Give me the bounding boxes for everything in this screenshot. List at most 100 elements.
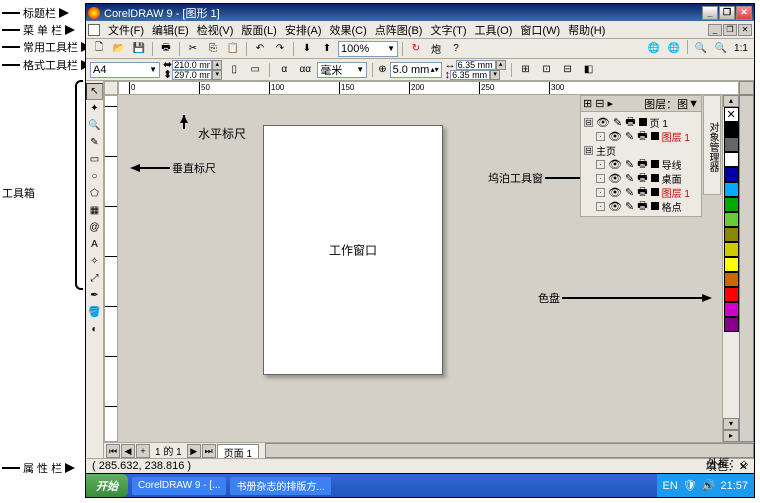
unit-combo[interactable]: 毫米▼ (317, 62, 367, 78)
tray-lang[interactable]: EN (663, 480, 678, 492)
color-swatch[interactable] (724, 317, 739, 332)
titlebar[interactable]: CorelDRAW 9 - [图形 1] _ ❐ ✕ (86, 4, 754, 21)
color-swatch[interactable] (724, 257, 739, 272)
menu-layout[interactable]: 版面(L) (237, 21, 280, 39)
menu-help[interactable]: 帮助(H) (564, 21, 609, 39)
web2-button[interactable]: 🌐 (665, 40, 683, 57)
color-swatch[interactable] (724, 137, 739, 152)
shape-tool[interactable]: ✦ (86, 100, 103, 117)
zoom11-button[interactable]: 1:1 (732, 40, 750, 57)
height-input[interactable] (172, 70, 212, 80)
menu-text[interactable]: 文字(T) (426, 21, 470, 39)
docker-tab[interactable]: 对象管理器 (703, 95, 721, 195)
import-button[interactable]: ⬇ (298, 40, 316, 57)
tray-icon2[interactable]: 🔊 (702, 479, 716, 492)
close-button[interactable]: ✕ (736, 6, 752, 20)
mdi-doc-icon[interactable] (88, 24, 100, 36)
freehand-tool[interactable]: ✎ (86, 134, 103, 151)
menu-effects[interactable]: 效果(C) (326, 21, 371, 39)
rectangle-tool[interactable]: ▭ (86, 151, 103, 168)
new-button[interactable]: 🗋 (90, 40, 108, 57)
vertical-scrollbar[interactable] (739, 95, 754, 442)
interactive-tool[interactable]: ✧ (86, 253, 103, 270)
docker-header[interactable]: ⊞ ⊟ ▸ 图层：图▼ (581, 96, 701, 112)
menu-view[interactable]: 检视(V) (193, 21, 238, 39)
zoomin-button[interactable]: 🔍 (692, 40, 710, 57)
zoom-combo[interactable]: 100%▼ (338, 41, 398, 57)
dupx-input[interactable] (456, 60, 496, 70)
color-swatch[interactable] (724, 302, 739, 317)
drawing-canvas[interactable]: 工作窗口 水平标尺 垂直标尺 坞泊工具窗 色盘 (118, 95, 739, 442)
open-button[interactable]: 📂 (110, 40, 128, 57)
interactive-fill-tool[interactable]: ◐ (86, 321, 103, 338)
snap4-button[interactable]: ◧ (580, 61, 598, 78)
color-swatch[interactable] (724, 182, 739, 197)
web-button[interactable]: 🌐 (645, 40, 663, 57)
snap1-button[interactable]: ⊞ (517, 61, 535, 78)
menu-edit[interactable]: 编辑(E) (148, 21, 193, 39)
vscroll-up-button[interactable] (739, 81, 754, 95)
redo-button[interactable]: ↷ (271, 40, 289, 57)
paper-combo[interactable]: A4▼ (90, 62, 160, 78)
graph-tool[interactable]: ▦ (86, 202, 103, 219)
layer-row[interactable]: ·👁✎🖶图层 1 (596, 129, 698, 143)
mdi-close-button[interactable]: ✕ (738, 24, 752, 36)
color-swatch[interactable] (724, 242, 739, 257)
color-swatch[interactable] (724, 122, 739, 137)
cut-button[interactable]: ✂ (184, 40, 202, 57)
object-manager-docker[interactable]: ⊞ ⊟ ▸ 图层：图▼ ⊟👁✎🖶页 1·👁✎🖶图层 1⊟主页·👁✎🖶导线·👁✎🖶… (580, 95, 702, 217)
next-page-button[interactable]: ▶ (187, 444, 201, 458)
menu-tools[interactable]: 工具(O) (471, 21, 517, 39)
zoom-tool[interactable]: 🔍 (86, 117, 103, 134)
spiral-tool[interactable]: @ (86, 219, 103, 236)
save-button[interactable]: 💾 (130, 40, 148, 57)
outline-tool[interactable]: ✒ (86, 287, 103, 304)
color-swatch[interactable] (724, 287, 739, 302)
horizontal-ruler[interactable]: 050100150200250300 (118, 81, 739, 95)
tray-icon[interactable]: 🛡 (683, 479, 697, 492)
color-swatch[interactable] (724, 227, 739, 242)
export-button[interactable]: ⬆ (318, 40, 336, 57)
page-tab[interactable]: 页面 1 (217, 444, 259, 458)
mdi-restore-button[interactable]: ❐ (723, 24, 737, 36)
dup-offset-spinners[interactable]: ↔▴ ↕▾ (445, 60, 506, 80)
refresh-button[interactable]: ↻ (407, 40, 425, 57)
zoomout-button[interactable]: 🔍 (712, 40, 730, 57)
task-item-doc[interactable]: 书册杂志的排版方... (230, 477, 330, 495)
menu-bitmap[interactable]: 点阵图(B) (371, 21, 427, 39)
color-swatch[interactable] (724, 212, 739, 227)
color-swatch[interactable] (724, 272, 739, 287)
minimize-button[interactable]: _ (702, 6, 718, 20)
swatch-none[interactable] (724, 107, 739, 122)
palette-up-button[interactable]: ▴ (723, 95, 739, 107)
task-item-coreldraw[interactable]: CorelDRAW 9 - [... (132, 477, 226, 495)
polygon-tool[interactable]: ⬠ (86, 185, 103, 202)
copy-button[interactable]: ⎘ (204, 40, 222, 57)
ruler-corner[interactable] (104, 81, 118, 95)
vertical-ruler[interactable] (104, 95, 118, 442)
print-button[interactable]: 🖶 (157, 40, 175, 57)
menu-arrange[interactable]: 安排(A) (281, 21, 326, 39)
snap3-button[interactable]: ⊟ (559, 61, 577, 78)
menu-window[interactable]: 窗口(W) (516, 21, 564, 39)
paste-button[interactable]: 📋 (224, 40, 242, 57)
color-swatch[interactable] (724, 167, 739, 182)
start-button[interactable]: 开始 (86, 474, 128, 497)
fill-tool[interactable]: 🪣 (86, 304, 103, 321)
eyedropper-tool[interactable]: ⤢ (86, 270, 103, 287)
system-tray[interactable]: EN 🛡 🔊 21:57 (657, 474, 754, 497)
palette-down-button[interactable]: ▾ (723, 418, 739, 430)
color-swatch[interactable] (724, 152, 739, 167)
options-button[interactable]: ? (447, 40, 465, 57)
landscape-button[interactable]: ▭ (246, 61, 264, 78)
width-input[interactable] (172, 60, 212, 70)
maximize-button[interactable]: ❐ (719, 6, 735, 20)
pages-button[interactable]: α (275, 61, 293, 78)
layer-row[interactable]: ·👁✎🖶格点 (596, 199, 698, 213)
undo-button[interactable]: ↶ (251, 40, 269, 57)
pick-tool[interactable]: ↖ (86, 83, 103, 100)
horizontal-scrollbar[interactable] (265, 443, 754, 458)
add-page-button[interactable]: + (136, 444, 150, 458)
pages2-button[interactable]: αα (296, 61, 314, 78)
dupy-input[interactable] (450, 70, 490, 80)
